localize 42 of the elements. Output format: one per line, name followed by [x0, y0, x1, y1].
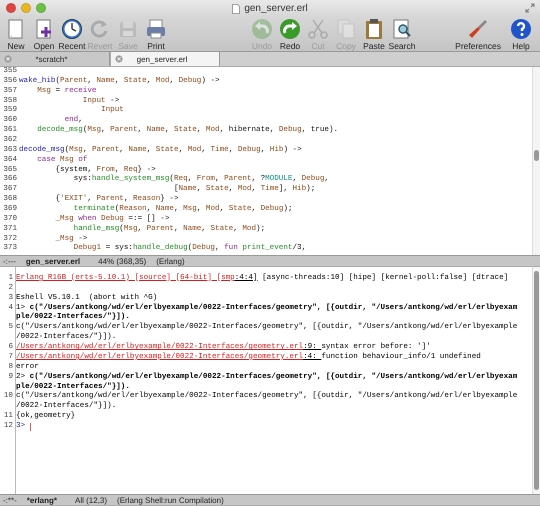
- major-mode: (Erlang): [156, 256, 185, 266]
- close-window-icon[interactable]: [6, 3, 16, 13]
- buffer-name: *erlang*: [26, 496, 58, 504]
- toolbar-button[interactable]: Print: [142, 17, 170, 51]
- tab[interactable]: *scratch*: [0, 52, 110, 66]
- clock-icon: [61, 18, 83, 40]
- cursor-position: All (12,3): [75, 496, 108, 504]
- scrollbar[interactable]: [532, 67, 540, 255]
- screwdriver-icon: [467, 18, 490, 40]
- fullscreen-icon[interactable]: [525, 3, 535, 13]
- window-title: gen_server.erl: [244, 3, 308, 14]
- cursor-position: 44% (368,35): [98, 256, 146, 266]
- scrollbar[interactable]: [532, 267, 540, 494]
- toolbar-button[interactable]: Paste: [360, 17, 388, 51]
- document-icon: [232, 4, 240, 14]
- scrollbar-thumb[interactable]: [534, 271, 539, 490]
- clipboard-icon: [363, 18, 385, 40]
- buffer-name: gen_server.erl: [26, 256, 80, 266]
- scissors-icon: [307, 18, 329, 40]
- scrollbar-thumb[interactable]: [534, 150, 539, 161]
- major-mode: (Erlang Shell:run Compilation): [117, 496, 224, 504]
- printer-icon: [145, 18, 167, 40]
- tab[interactable]: gen_server.erl: [110, 52, 220, 66]
- minimize-window-icon[interactable]: [21, 3, 31, 13]
- close-tab-icon[interactable]: [4, 55, 12, 63]
- toolbar-button[interactable]: Open: [30, 17, 58, 51]
- redo-icon: [279, 18, 301, 40]
- toolbar-button[interactable]: Redo: [276, 17, 304, 51]
- modified-flags: -:---: [3, 256, 16, 266]
- text-cursor: [30, 423, 31, 432]
- zoom-window-icon[interactable]: [36, 3, 46, 13]
- toolbar-button[interactable]: New: [2, 17, 30, 51]
- modified-flags: -:**-: [3, 496, 17, 504]
- toolbar-button[interactable]: Preferences: [452, 17, 504, 51]
- search-icon: [391, 18, 413, 40]
- toolbar-button[interactable]: Search: [388, 17, 416, 51]
- toolbar-button[interactable]: Help: [504, 17, 538, 51]
- close-tab-icon[interactable]: [115, 55, 123, 63]
- undo-icon: [251, 18, 273, 40]
- help-icon: [510, 18, 532, 40]
- pages-icon: [335, 18, 357, 40]
- toolbar-button[interactable]: Recent: [58, 17, 86, 51]
